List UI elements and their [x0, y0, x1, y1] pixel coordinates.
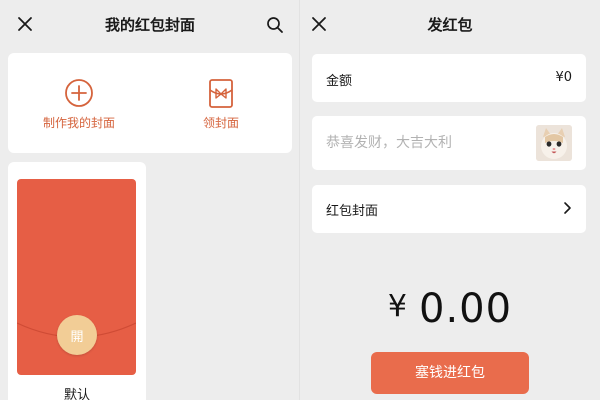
search-icon[interactable]: [266, 16, 284, 34]
cover-row[interactable]: 红包封面: [312, 185, 586, 233]
gift-envelope-icon: [209, 79, 233, 108]
amount-label: 金额: [326, 74, 353, 89]
envelope-seal: 開: [57, 315, 97, 355]
seal-glyph: 開: [70, 330, 84, 345]
chevron-right-icon: [564, 202, 571, 214]
cover-actions-card: 制作我的封面 领封面: [8, 53, 292, 153]
amount-value[interactable]: ¥0: [555, 70, 572, 85]
cover-label: 红包封面: [326, 204, 379, 219]
cover-item-default[interactable]: 開 默认: [8, 162, 146, 400]
red-envelope-preview: 開: [17, 179, 136, 375]
make-my-cover-button[interactable]: 制作我的封面: [8, 53, 150, 153]
page-title: 我的红包封面: [104, 16, 195, 34]
wish-input[interactable]: [326, 132, 526, 154]
make-my-cover-label: 制作我的封面: [42, 116, 115, 130]
total-amount: ¥0.00: [300, 286, 600, 332]
page-title: 发红包: [427, 16, 473, 34]
total-value: 0.00: [419, 286, 513, 332]
send-red-packet-screen: 发红包 金额 ¥0 红包封面 ¥0.00 塞钱进红包: [300, 0, 600, 400]
get-cover-button[interactable]: 领封面: [150, 53, 292, 153]
currency-symbol: ¥: [387, 289, 408, 324]
get-cover-label: 领封面: [202, 116, 239, 130]
cat-sticker[interactable]: [536, 125, 572, 161]
cat-sticker-image: [536, 125, 572, 161]
wish-row: [312, 116, 586, 170]
amount-row[interactable]: 金额 ¥0: [312, 54, 586, 102]
my-covers-screen: 我的红包封面 制作我的封面 领封面 開 默认: [0, 0, 300, 400]
plus-circle-icon: [65, 79, 93, 107]
put-money-button[interactable]: 塞钱进红包: [371, 352, 529, 394]
cover-name: 默认: [63, 388, 90, 400]
